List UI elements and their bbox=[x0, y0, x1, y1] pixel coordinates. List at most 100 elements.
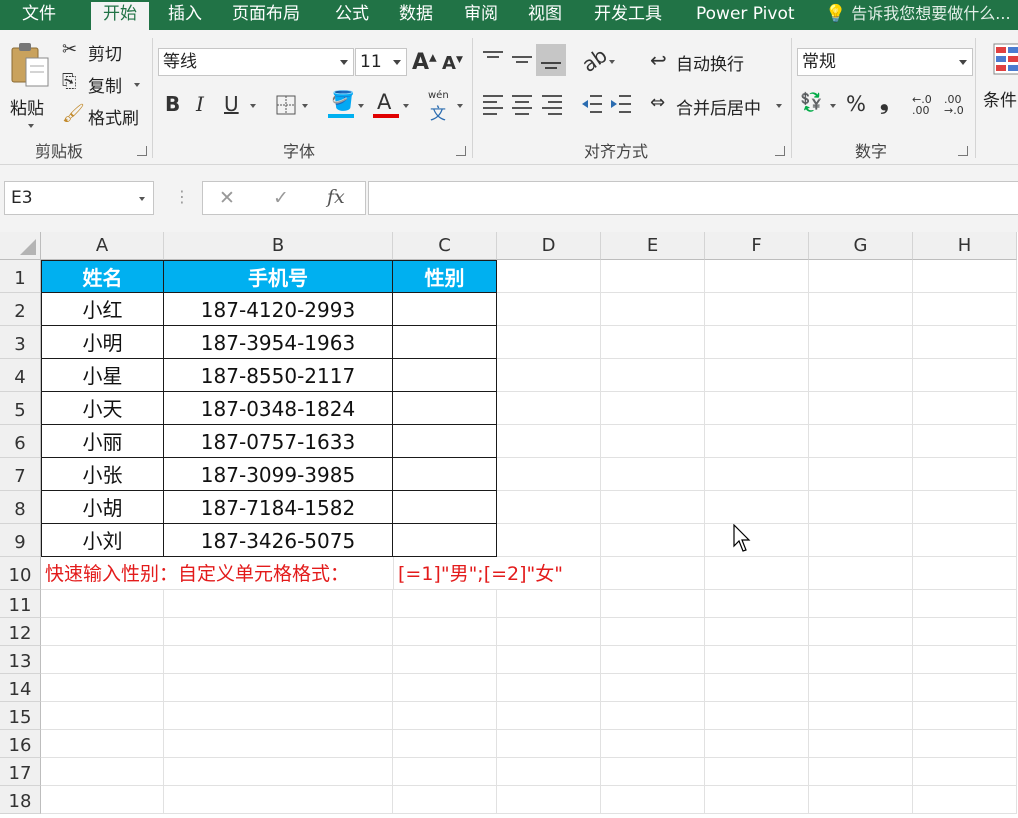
table-cell[interactable] bbox=[393, 458, 497, 491]
cell-h12[interactable] bbox=[913, 618, 1017, 646]
cell-h8[interactable] bbox=[913, 491, 1017, 524]
cell-d13[interactable] bbox=[497, 646, 601, 674]
font-name-combo[interactable]: 等线 bbox=[158, 48, 354, 76]
cell-g1[interactable] bbox=[809, 260, 913, 293]
table-cell[interactable] bbox=[393, 524, 497, 557]
cell-g12[interactable] bbox=[809, 618, 913, 646]
cell-f4[interactable] bbox=[705, 359, 809, 392]
orientation-icon[interactable]: ab bbox=[577, 43, 611, 77]
tab-review[interactable]: 审阅 bbox=[464, 0, 498, 30]
cell-f3[interactable] bbox=[705, 326, 809, 359]
cell-a17[interactable] bbox=[41, 758, 164, 786]
table-cell[interactable]: 187-7184-1582 bbox=[164, 491, 393, 524]
cell-e3[interactable] bbox=[601, 326, 705, 359]
align-bottom-button[interactable] bbox=[536, 44, 566, 76]
row-header-13[interactable]: 13 bbox=[0, 646, 41, 674]
cell-h13[interactable] bbox=[913, 646, 1017, 674]
phonetic-button[interactable]: wén 文 bbox=[428, 90, 452, 123]
cell-d3[interactable] bbox=[497, 326, 601, 359]
table-cell[interactable]: 187-4120-2993 bbox=[164, 293, 393, 326]
table-cell[interactable] bbox=[393, 293, 497, 326]
fill-color-dropdown-icon[interactable] bbox=[358, 104, 364, 108]
cell-e14[interactable] bbox=[601, 674, 705, 702]
table-cell[interactable]: 小胡 bbox=[41, 491, 164, 524]
accounting-format-icon[interactable]: 💱 bbox=[800, 94, 822, 112]
cell-f10[interactable] bbox=[705, 557, 809, 590]
cell-b13[interactable] bbox=[164, 646, 393, 674]
tab-data[interactable]: 数据 bbox=[399, 0, 433, 30]
cell-b18[interactable] bbox=[164, 786, 393, 814]
cell-g14[interactable] bbox=[809, 674, 913, 702]
cell-d12[interactable] bbox=[497, 618, 601, 646]
cell-e11[interactable] bbox=[601, 590, 705, 618]
tab-formulas[interactable]: 公式 bbox=[335, 0, 369, 30]
table-cell[interactable]: 小星 bbox=[41, 359, 164, 392]
wrap-text-button[interactable]: ↩ 自动换行 bbox=[650, 48, 760, 75]
row-header-18[interactable]: 18 bbox=[0, 786, 41, 814]
underline-button[interactable]: U bbox=[224, 94, 239, 114]
tab-home[interactable]: 开始 bbox=[91, 2, 149, 30]
tab-power-pivot[interactable]: Power Pivot bbox=[696, 0, 795, 30]
name-box[interactable]: E3 bbox=[4, 181, 154, 215]
cell-f15[interactable] bbox=[705, 702, 809, 730]
borders-dropdown-icon[interactable] bbox=[302, 104, 308, 108]
table-cell[interactable]: 小明 bbox=[41, 326, 164, 359]
cell-e18[interactable] bbox=[601, 786, 705, 814]
cell-d2[interactable] bbox=[497, 293, 601, 326]
fill-color-icon[interactable]: 🪣 bbox=[331, 92, 355, 111]
cell-a16[interactable] bbox=[41, 730, 164, 758]
cell-b17[interactable] bbox=[164, 758, 393, 786]
cell-c14[interactable] bbox=[393, 674, 497, 702]
decrease-decimal-button[interactable]: .00 →.0 bbox=[944, 94, 972, 116]
column-header-e[interactable]: E bbox=[601, 232, 705, 260]
cell-c12[interactable] bbox=[393, 618, 497, 646]
font-launcher-icon[interactable] bbox=[456, 146, 466, 156]
table-header-cell[interactable]: 手机号 bbox=[164, 260, 393, 293]
row-header-10[interactable]: 10 bbox=[0, 557, 41, 590]
row-header-5[interactable]: 5 bbox=[0, 392, 41, 425]
table-cell[interactable]: 小天 bbox=[41, 392, 164, 425]
cell-g11[interactable] bbox=[809, 590, 913, 618]
cell-e4[interactable] bbox=[601, 359, 705, 392]
borders-icon[interactable] bbox=[275, 94, 297, 116]
increase-indent-icon[interactable] bbox=[609, 92, 633, 116]
cell-h4[interactable] bbox=[913, 359, 1017, 392]
conditional-formatting-label[interactable]: 条件 bbox=[983, 86, 1017, 111]
cell-g17[interactable] bbox=[809, 758, 913, 786]
cell-e6[interactable] bbox=[601, 425, 705, 458]
cell-e13[interactable] bbox=[601, 646, 705, 674]
cell-d14[interactable] bbox=[497, 674, 601, 702]
tab-file[interactable]: 文件 bbox=[22, 0, 56, 30]
table-cell[interactable]: 187-3426-5075 bbox=[164, 524, 393, 557]
cell-f16[interactable] bbox=[705, 730, 809, 758]
cell-a14[interactable] bbox=[41, 674, 164, 702]
cell-b11[interactable] bbox=[164, 590, 393, 618]
cell-g6[interactable] bbox=[809, 425, 913, 458]
align-center-icon[interactable] bbox=[510, 92, 534, 116]
align-top-icon[interactable] bbox=[481, 48, 505, 72]
decrease-font-icon[interactable]: A▼ bbox=[442, 55, 463, 73]
cell-g15[interactable] bbox=[809, 702, 913, 730]
row-header-11[interactable]: 11 bbox=[0, 590, 41, 618]
cell-e12[interactable] bbox=[601, 618, 705, 646]
formula-bar-grip-icon[interactable]: ⋮ bbox=[174, 187, 190, 206]
cell-f12[interactable] bbox=[705, 618, 809, 646]
cell-c11[interactable] bbox=[393, 590, 497, 618]
accounting-dropdown-icon[interactable] bbox=[830, 104, 836, 108]
table-cell[interactable]: 187-0757-1633 bbox=[164, 425, 393, 458]
cell-g18[interactable] bbox=[809, 786, 913, 814]
paste-button[interactable]: 粘贴 bbox=[6, 38, 54, 130]
align-middle-icon[interactable] bbox=[510, 48, 534, 72]
font-color-icon[interactable]: A bbox=[377, 92, 391, 113]
row-header-17[interactable]: 17 bbox=[0, 758, 41, 786]
font-size-combo[interactable]: 11 bbox=[355, 48, 407, 76]
row-header-6[interactable]: 6 bbox=[0, 425, 41, 458]
cell-c17[interactable] bbox=[393, 758, 497, 786]
table-header-cell[interactable]: 性别 bbox=[393, 260, 497, 293]
cell-f1[interactable] bbox=[705, 260, 809, 293]
increase-decimal-button[interactable]: ←.0 .00 bbox=[912, 94, 940, 116]
cell-f18[interactable] bbox=[705, 786, 809, 814]
insert-function-icon[interactable]: fx bbox=[327, 188, 345, 207]
cell-g7[interactable] bbox=[809, 458, 913, 491]
table-cell[interactable]: 187-3954-1963 bbox=[164, 326, 393, 359]
